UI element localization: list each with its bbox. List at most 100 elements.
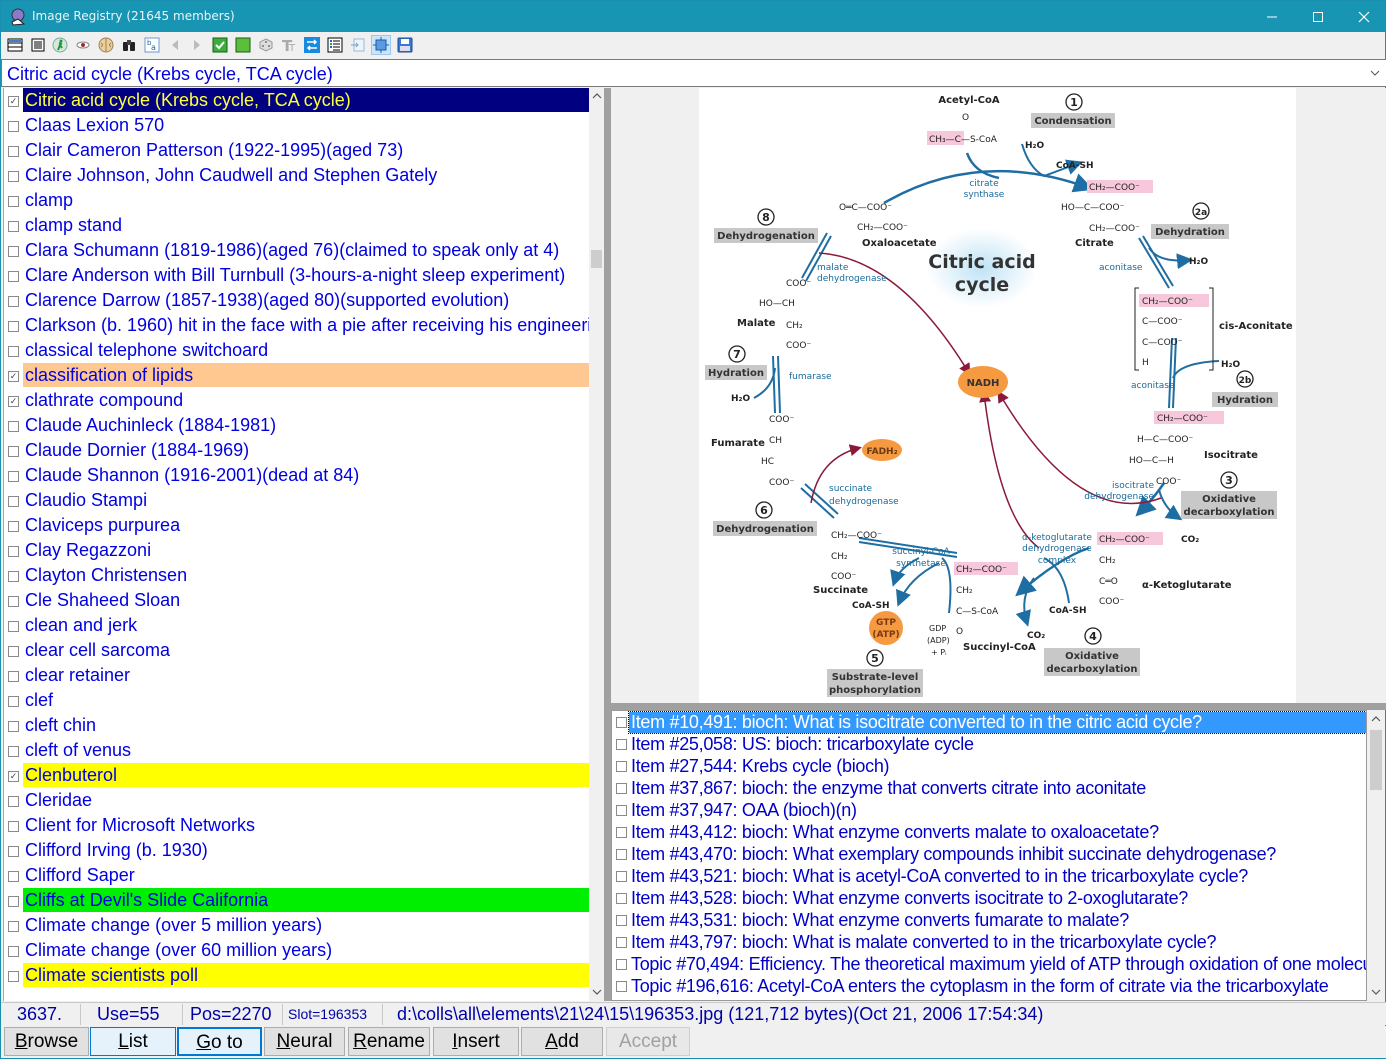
related-item[interactable]: Item #43,797: bioch: What is malate conv…: [612, 931, 1366, 953]
fit-window-button[interactable]: [371, 35, 391, 55]
item-checkbox[interactable]: [8, 271, 19, 282]
text-format-button[interactable]: TT: [279, 35, 299, 55]
list-item[interactable]: Claude Dornier (1884-1969): [4, 438, 589, 463]
list-view-button[interactable]: [5, 35, 25, 55]
item-checkbox[interactable]: [8, 696, 19, 707]
list-item[interactable]: cleft of venus: [4, 738, 589, 763]
list-item[interactable]: clear retainer: [4, 663, 589, 688]
list-item[interactable]: Clifford Saper: [4, 863, 589, 888]
list-item[interactable]: clamp: [4, 188, 589, 213]
list-item-label[interactable]: Clayton Christensen: [23, 563, 589, 587]
scroll-thumb[interactable]: [1370, 730, 1382, 790]
search-button[interactable]: [119, 35, 139, 55]
list-item-label[interactable]: Claviceps purpurea: [23, 513, 589, 537]
list-item[interactable]: Claire Johnson, John Caudwell and Stephe…: [4, 163, 589, 188]
related-item-label[interactable]: Item #43,797: bioch: What is malate conv…: [629, 932, 1366, 953]
entry-list-scrollbar[interactable]: [589, 88, 604, 1001]
list-item-label[interactable]: Clarkson (b. 1960) hit in the face with …: [23, 313, 589, 337]
list-item-label[interactable]: cleft of venus: [23, 738, 589, 762]
item-checkbox[interactable]: [616, 871, 627, 882]
list-item-label[interactable]: Claudio Stampi: [23, 488, 589, 512]
list-item-label[interactable]: Claude Dornier (1884-1969): [23, 438, 589, 462]
list-item[interactable]: Claudio Stampi: [4, 488, 589, 513]
list-item-label[interactable]: Clenbuterol: [23, 763, 589, 787]
list-item[interactable]: Clara Schumann (1819-1986)(aged 76)(clai…: [4, 238, 589, 263]
import-button[interactable]: [348, 35, 368, 55]
item-checkbox[interactable]: [616, 717, 627, 728]
browse-button[interactable]: Browse: [4, 1027, 89, 1056]
list-item-label[interactable]: Citric acid cycle (Krebs cycle, TCA cycl…: [23, 88, 589, 112]
list-item[interactable]: Claude Auchinleck (1884-1981): [4, 413, 589, 438]
related-item[interactable]: Item #43,470: bioch: What exemplary comp…: [612, 843, 1366, 865]
list-item[interactable]: Claude Shannon (1916-2001)(dead at 84): [4, 463, 589, 488]
item-checkbox[interactable]: [8, 721, 19, 732]
item-checkbox[interactable]: [8, 171, 19, 182]
list-button[interactable]: List: [90, 1027, 176, 1056]
list-item-label[interactable]: Cliffs at Devil's Slide California: [23, 888, 589, 912]
item-checkbox[interactable]: [8, 546, 19, 557]
add-button[interactable]: Add: [521, 1027, 603, 1056]
related-item[interactable]: Item #37,867: bioch: the enzyme that con…: [612, 777, 1366, 799]
item-checkbox[interactable]: [8, 421, 19, 432]
related-item[interactable]: Topic #70,494: Efficiency. The theoretic…: [612, 953, 1366, 975]
list-item-label[interactable]: Cleridae: [23, 788, 589, 812]
item-checkbox[interactable]: [616, 849, 627, 860]
item-checkbox[interactable]: [8, 671, 19, 682]
list-item-label[interactable]: Claas Lexion 570: [23, 113, 589, 137]
list-item-label[interactable]: clamp: [23, 188, 589, 212]
related-item-label[interactable]: Item #43,412: bioch: What enzyme convert…: [629, 822, 1366, 843]
item-checkbox[interactable]: [616, 893, 627, 904]
list-item[interactable]: Clay Regazzoni: [4, 538, 589, 563]
item-checkbox[interactable]: [8, 346, 19, 357]
list-item[interactable]: Clarence Darrow (1857-1938)(aged 80)(sup…: [4, 288, 589, 313]
item-checkbox[interactable]: [8, 971, 19, 982]
item-checkbox[interactable]: [616, 739, 627, 750]
rename-button[interactable]: Rename: [348, 1027, 430, 1056]
list-item-label[interactable]: clamp stand: [23, 213, 589, 237]
list-item[interactable]: Client for Microsoft Networks: [4, 813, 589, 838]
list-item[interactable]: clean and jerk: [4, 613, 589, 638]
item-checkbox[interactable]: [8, 321, 19, 332]
item-checkbox[interactable]: [8, 746, 19, 757]
checklist-button[interactable]: [325, 35, 345, 55]
related-item[interactable]: Item #43,412: bioch: What enzyme convert…: [612, 821, 1366, 843]
scroll-up-icon[interactable]: [592, 92, 602, 100]
related-item[interactable]: Item #10,491: bioch: What is isocitrate …: [612, 711, 1366, 734]
check-button[interactable]: [210, 35, 230, 55]
neural-button[interactable]: Neural: [264, 1027, 345, 1056]
list-item[interactable]: clear cell sarcoma: [4, 638, 589, 663]
item-checkbox[interactable]: ✓: [8, 96, 19, 107]
item-checkbox[interactable]: [8, 796, 19, 807]
related-item[interactable]: Item #43,528: bioch: What enzyme convert…: [612, 887, 1366, 909]
related-item[interactable]: Topic #196,616: Acetyl-CoA enters the cy…: [612, 975, 1366, 997]
chevron-down-icon[interactable]: [1370, 68, 1380, 78]
item-checkbox[interactable]: [8, 896, 19, 907]
list-item[interactable]: Climate change (over 60 million years): [4, 938, 589, 963]
list-item[interactable]: Clair Cameron Patterson (1922-1995)(aged…: [4, 138, 589, 163]
scroll-up-icon[interactable]: [1371, 715, 1381, 723]
list-item[interactable]: Cleridae: [4, 788, 589, 813]
list-item-label[interactable]: cleft chin: [23, 713, 589, 737]
scroll-down-icon[interactable]: [1371, 988, 1381, 996]
list-item-label[interactable]: clean and jerk: [23, 613, 589, 637]
related-item[interactable]: Item #43,521: bioch: What is acetyl-CoA …: [612, 865, 1366, 887]
insert-button[interactable]: Insert: [433, 1027, 519, 1056]
list-item-label[interactable]: clathrate compound: [23, 388, 589, 412]
list-item[interactable]: ✓ Clenbuterol: [4, 763, 589, 788]
item-checkbox[interactable]: [8, 621, 19, 632]
entry-list[interactable]: ✓ Citric acid cycle (Krebs cycle, TCA cyc…: [3, 88, 589, 1001]
forward-button[interactable]: [187, 35, 207, 55]
view-button[interactable]: [73, 35, 93, 55]
replace-text-button[interactable]: ba: [142, 35, 162, 55]
related-item-label[interactable]: Item #10,491: bioch: What is isocitrate …: [628, 711, 1366, 734]
item-checkbox[interactable]: [8, 846, 19, 857]
list-item-label[interactable]: Climate change (over 60 million years): [23, 938, 589, 962]
list-item-label[interactable]: Clifford Irving (b. 1930): [23, 838, 589, 862]
item-checkbox[interactable]: [8, 946, 19, 957]
list-item[interactable]: Climate change (over 5 million years): [4, 913, 589, 938]
list-item[interactable]: Clare Anderson with Bill Turnbull (3-hou…: [4, 263, 589, 288]
go-to-button[interactable]: Go to: [177, 1027, 262, 1056]
list-item-label[interactable]: Clara Schumann (1819-1986)(aged 76)(clai…: [23, 238, 589, 262]
list-item-label[interactable]: Claire Johnson, John Caudwell and Stephe…: [23, 163, 589, 187]
related-item-label[interactable]: Item #43,470: bioch: What exemplary comp…: [629, 844, 1366, 865]
